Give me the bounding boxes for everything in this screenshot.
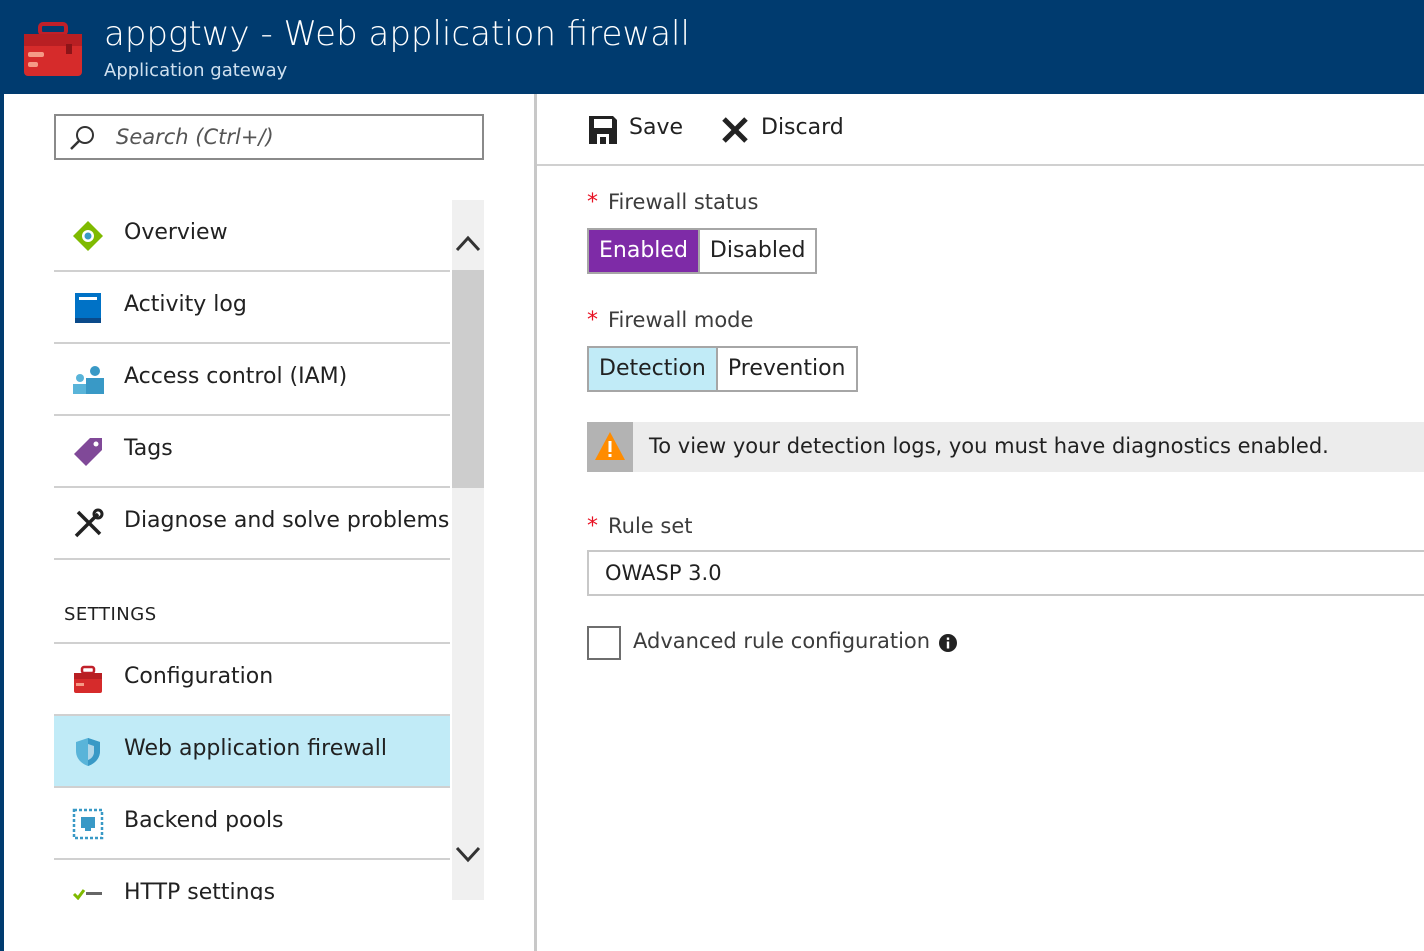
nav-item-access-control[interactable]: Access control (IAM) <box>54 344 450 416</box>
nav-item-label: Backend pools <box>124 808 284 833</box>
scrollbar-thumb[interactable] <box>452 270 484 488</box>
shield-icon <box>76 738 100 766</box>
nav-item-label: Configuration <box>124 664 274 689</box>
firewall-status-disabled-option[interactable]: Disabled <box>697 230 816 272</box>
toolbox-icon <box>24 22 82 76</box>
firewall-status-toggle: Enabled Disabled <box>587 228 818 274</box>
wrench-screwdriver-icon <box>74 508 104 538</box>
save-icon <box>589 116 617 144</box>
page-title: appgtwy - Web application firewall <box>104 14 690 54</box>
close-icon <box>722 117 748 143</box>
rule-set-value: OWASP 3.0 <box>605 561 722 585</box>
nav-item-label: Overview <box>124 220 228 245</box>
search-box[interactable] <box>54 114 484 160</box>
http-settings-icon <box>72 889 102 900</box>
warning-icon <box>595 432 625 460</box>
required-marker: * <box>587 308 598 333</box>
nav-item-overview[interactable]: Overview <box>54 200 450 272</box>
firewall-status-enabled-option[interactable]: Enabled <box>589 230 698 272</box>
blade-header: appgtwy - Web application firewall Appli… <box>0 0 1424 94</box>
nav-item-label: Tags <box>124 436 173 461</box>
menu-scrollbar[interactable] <box>452 200 484 900</box>
command-bar: Save Discard <box>537 94 1424 166</box>
search-icon <box>70 126 94 150</box>
firewall-status-label: * Firewall status <box>587 190 758 215</box>
nav-list: Overview Activity log Access control (IA… <box>54 200 450 900</box>
nav-item-label: Web application firewall <box>124 736 387 761</box>
advanced-rule-label: Advanced rule configuration <box>633 629 931 653</box>
advanced-rule-row: Advanced rule configuration <box>587 626 987 662</box>
firewall-mode-label-text: Firewall mode <box>608 308 754 332</box>
discard-label: Discard <box>761 115 844 140</box>
backend-pools-icon <box>72 808 104 840</box>
save-button[interactable]: Save <box>587 112 687 148</box>
firewall-mode-prevention-option[interactable]: Prevention <box>715 348 856 390</box>
activity-log-icon <box>75 293 101 323</box>
diagnostics-warning-bar: To view your detection logs, you must ha… <box>587 422 1424 472</box>
firewall-mode-toggle: Detection Prevention <box>587 346 858 392</box>
nav-item-label: Diagnose and solve problems <box>124 508 450 533</box>
access-control-icon <box>73 366 104 394</box>
info-icon[interactable] <box>939 634 957 652</box>
chevron-up-icon[interactable] <box>452 228 484 258</box>
resource-menu: Overview Activity log Access control (IA… <box>4 94 534 951</box>
nav-item-web-application-firewall[interactable]: Web application firewall <box>54 716 450 788</box>
save-label: Save <box>629 115 684 140</box>
required-marker: * <box>587 514 598 539</box>
nav-item-configuration[interactable]: Configuration <box>54 644 450 716</box>
nav-item-label: HTTP settings <box>124 880 276 900</box>
firewall-mode-label: * Firewall mode <box>587 308 753 333</box>
toolbox-icon <box>74 665 102 693</box>
search-input[interactable] <box>116 122 466 152</box>
rule-set-label-text: Rule set <box>608 514 693 538</box>
advanced-rule-checkbox[interactable] <box>587 626 621 660</box>
warning-icon-box <box>587 422 633 472</box>
nav-item-activity-log[interactable]: Activity log <box>54 272 450 344</box>
nav-item-label: Activity log <box>124 292 247 317</box>
tag-icon <box>74 438 102 466</box>
firewall-status-label-text: Firewall status <box>608 190 759 214</box>
rule-set-label: * Rule set <box>587 514 692 539</box>
settings-section-header: SETTINGS <box>64 604 157 625</box>
rule-set-dropdown[interactable]: OWASP 3.0 <box>587 550 1424 596</box>
overview-icon <box>73 221 103 251</box>
firewall-mode-detection-option[interactable]: Detection <box>589 348 716 390</box>
chevron-down-icon[interactable] <box>452 840 484 870</box>
nav-item-diagnose[interactable]: Diagnose and solve problems <box>54 488 450 560</box>
nav-item-http-settings[interactable]: HTTP settings <box>54 860 450 900</box>
warning-text: To view your detection logs, you must ha… <box>649 434 1329 458</box>
required-marker: * <box>587 190 598 215</box>
nav-item-tags[interactable]: Tags <box>54 416 450 488</box>
nav-item-backend-pools[interactable]: Backend pools <box>54 788 450 860</box>
firewall-settings-blade: Save Discard * Firewall status Enabled Di… <box>537 94 1424 951</box>
discard-button[interactable]: Discard <box>719 112 849 148</box>
page-subtitle: Application gateway <box>104 60 288 81</box>
nav-item-label: Access control (IAM) <box>124 364 348 389</box>
